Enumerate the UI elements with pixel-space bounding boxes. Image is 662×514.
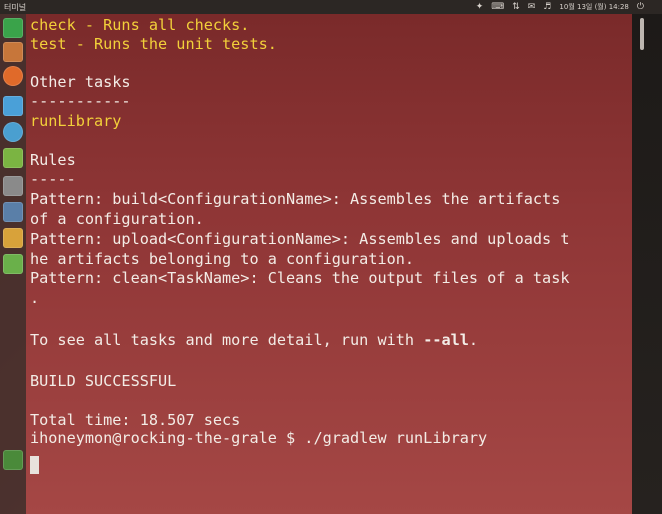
all-flag: --all [423, 331, 469, 349]
output-line: test - Runs the unit tests. [30, 35, 277, 53]
output-line: he artifacts belonging to a configuratio… [30, 250, 415, 268]
desktop-screen: 터미널 ✦ ⌨ ⇅ ✉ ♬ 10월 13일 (월) 14:28 ⏻ check … [0, 0, 662, 514]
launcher-item-files[interactable] [3, 42, 23, 62]
launcher-item-terminal[interactable] [3, 450, 23, 470]
mail-icon[interactable]: ✉ [528, 1, 536, 13]
keyboard-icon[interactable]: ⌨ [491, 1, 504, 13]
output-line: ----- [30, 170, 76, 188]
output-line: check - Runs all checks. [30, 16, 250, 34]
scrollbar-thumb[interactable] [640, 18, 644, 50]
clock[interactable]: 10월 13일 (월) 14:28 [559, 1, 628, 13]
output-line: of a configuration. [30, 210, 204, 228]
output-line: Pattern: clean<TaskName>: Cleans the out… [30, 269, 570, 287]
output-line: To see all tasks and more detail, run wi… [30, 331, 478, 349]
output-line: runLibrary [30, 112, 122, 130]
terminal-window[interactable]: check - Runs all checks. test - Runs the… [26, 14, 632, 514]
terminal-scrollbar[interactable] [632, 14, 662, 514]
output-line: . [30, 289, 40, 307]
launcher-item-firefox[interactable] [3, 66, 23, 86]
output-line: Pattern: build<ConfigurationName>: Assem… [30, 190, 561, 208]
hint-text: To see all tasks and more detail, run wi… [30, 331, 424, 349]
volume-icon[interactable]: ♬ [543, 1, 551, 13]
text-cursor [30, 456, 39, 474]
launcher [0, 14, 26, 514]
top-panel: 터미널 ✦ ⌨ ⇅ ✉ ♬ 10월 13일 (월) 14:28 ⏻ [0, 0, 662, 14]
launcher-item-settings[interactable] [3, 202, 23, 222]
output-line: Other tasks [30, 73, 131, 91]
total-time: Total time: 18.507 secs [30, 411, 241, 429]
power-icon[interactable]: ⏻ [637, 1, 644, 13]
launcher-item-twitter[interactable] [3, 96, 23, 116]
system-tray: ✦ ⌨ ⇅ ✉ ♬ 10월 13일 (월) 14:28 ⏻ [476, 1, 644, 13]
launcher-item-editor[interactable] [3, 254, 23, 274]
output-line: Rules [30, 151, 76, 169]
launcher-item-mail[interactable] [3, 176, 23, 196]
output-line: Pattern: upload<ConfigurationName>: Asse… [30, 230, 570, 248]
command-prompt[interactable]: ihoneymon@rocking-the-grale $ ./gradlew … [30, 429, 487, 447]
output-line: ----------- [30, 92, 131, 110]
dropbox-icon[interactable]: ✦ [476, 1, 484, 13]
window-title: 터미널 [4, 3, 27, 12]
launcher-item-notes[interactable] [3, 148, 23, 168]
build-status: BUILD SUCCESSFUL [30, 372, 177, 390]
launcher-item-dash[interactable] [3, 18, 23, 38]
network-icon[interactable]: ⇅ [512, 1, 520, 13]
hint-period: . [468, 331, 479, 349]
launcher-item-document[interactable] [3, 228, 23, 248]
launcher-item-software[interactable] [3, 122, 23, 142]
